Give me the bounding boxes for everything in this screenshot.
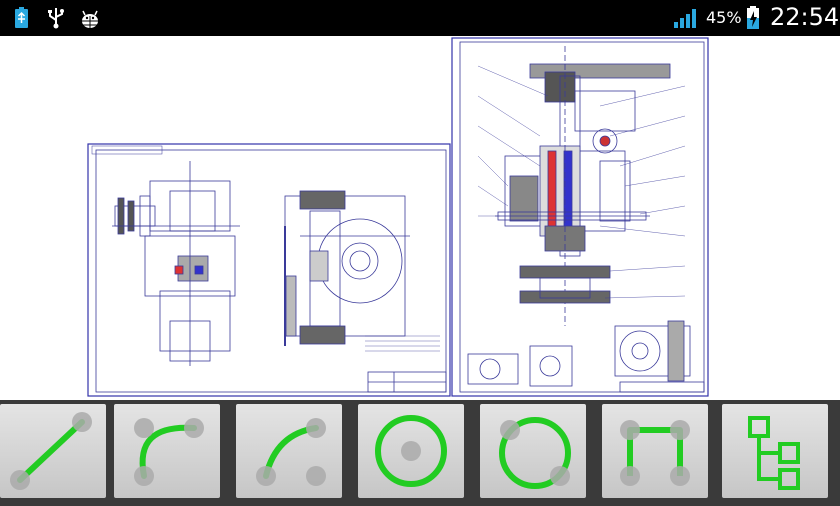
circle-two-point-tool-button[interactable] — [480, 404, 586, 498]
circle-tool-button[interactable] — [358, 404, 464, 498]
usb-icon — [48, 8, 64, 29]
arc-tool-icon — [256, 418, 326, 486]
usb-battery-icon — [15, 7, 28, 28]
arc-three-point-tool-button[interactable] — [114, 404, 220, 498]
line-tool-button[interactable] — [0, 404, 106, 498]
signal-icon — [674, 9, 696, 28]
circle-two-point-icon — [499, 417, 571, 489]
arc-tool-button[interactable] — [236, 404, 342, 498]
battery-charging-icon — [747, 6, 759, 29]
layers-tree-icon — [748, 416, 800, 490]
polyline-tool-icon — [620, 420, 690, 486]
drawing-toolbar — [0, 400, 840, 506]
drawing-canvas[interactable] — [0, 36, 840, 400]
drawing-sheet-right — [451, 37, 709, 397]
clock: 22:54 — [770, 3, 840, 31]
cad-drawing — [87, 37, 709, 397]
polyline-tool-button[interactable] — [602, 404, 708, 498]
drawing-sheet-left — [87, 143, 451, 397]
status-bar: 45% 22:54 — [0, 0, 840, 36]
android-debug-icon — [82, 10, 98, 28]
line-tool-icon — [10, 412, 92, 490]
arc-three-point-icon — [134, 418, 204, 486]
circle-tool-icon — [375, 415, 447, 487]
layers-tool-button[interactable] — [722, 404, 828, 498]
battery-percent: 45% — [706, 8, 742, 27]
